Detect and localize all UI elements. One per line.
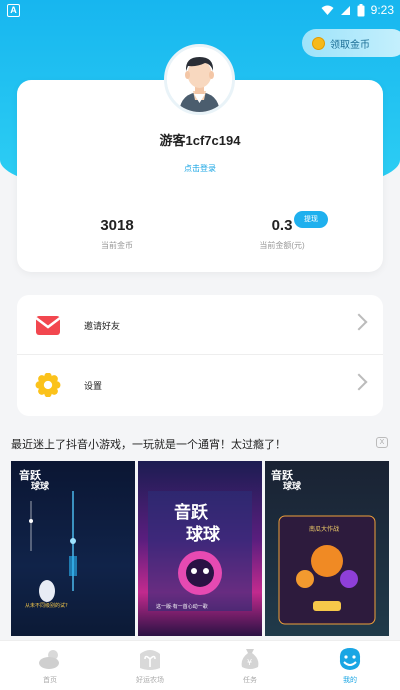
signal-icon [340, 5, 350, 15]
avatar[interactable] [164, 44, 235, 115]
svg-text:南瓜大作战: 南瓜大作战 [309, 525, 339, 533]
svg-text:球球: 球球 [186, 525, 221, 545]
user-avatar-icon [167, 47, 232, 112]
mascot-icon [339, 648, 361, 670]
balance-label: 当前金额(元) [259, 241, 305, 250]
ad-image-game-screenshot-2[interactable]: 音跃 球球 这一版·有一首心动一歌 [138, 461, 262, 636]
menu-item-settings[interactable]: 设置 [17, 355, 383, 415]
claim-coins-button[interactable]: 领取金币 [302, 29, 400, 57]
tab-label: 首页 [43, 677, 57, 684]
weather-icon [39, 650, 59, 669]
ad-screenshot-1-graphic: 音跃 球球 从未不同级别的试? [19, 468, 77, 609]
svg-text:音跃: 音跃 [19, 468, 42, 482]
status-indicators: 9:23 [321, 3, 394, 17]
ad-screenshot-3-graphic: 音跃 球球 南瓜大作战 [271, 468, 376, 625]
tab-home[interactable]: 首页 [0, 641, 100, 690]
menu-label-invite: 邀请好友 [84, 321, 121, 331]
claim-coins-label: 领取金币 [330, 39, 370, 51]
coin-icon [312, 36, 325, 50]
bottom-tab-bar: 首页 好运农场 ¥ 任务 我的 [0, 640, 400, 690]
tab-label: 我的 [343, 677, 357, 684]
wifi-icon [321, 5, 334, 15]
tab-label: 好运农场 [136, 677, 164, 684]
ad-text[interactable]: 最近迷上了抖音小游戏，一玩就是一个通宵！太过瘾了！ [11, 436, 371, 452]
gear-icon [35, 373, 61, 397]
login-link[interactable]: 点击登录 [0, 163, 400, 174]
svg-text:¥: ¥ [247, 658, 252, 667]
sprout-icon [140, 650, 160, 670]
tab-label: 任务 [243, 677, 257, 684]
tab-mine[interactable]: 我的 [300, 641, 400, 690]
tab-lucky-farm[interactable]: 好运农场 [100, 641, 200, 690]
menu-item-invite-friends[interactable]: 邀请好友 [17, 295, 383, 355]
tab-tasks[interactable]: ¥ 任务 [200, 641, 300, 690]
svg-text:音跃: 音跃 [174, 502, 209, 523]
chevron-right-icon [350, 373, 368, 391]
clock: 9:23 [370, 3, 394, 17]
menu-card: 邀请好友 设置 [17, 295, 383, 416]
coins-value: 3018 [100, 217, 134, 234]
coins-label: 当前金币 [101, 241, 133, 250]
coins-stat: 3018 当前金币 [62, 217, 172, 251]
app-notification-icon: A [7, 4, 20, 17]
money-bag-icon: ¥ [241, 649, 259, 669]
chevron-right-icon [350, 313, 368, 331]
svg-text:球球: 球球 [31, 480, 50, 492]
svg-text:球球: 球球 [283, 480, 302, 492]
ad-close-button[interactable]: X [376, 437, 388, 448]
status-bar: A 9:23 [0, 0, 400, 22]
username: 游客1cf7c194 [159, 133, 241, 148]
battery-icon [357, 3, 365, 16]
envelope-icon [35, 316, 61, 335]
menu-label-settings: 设置 [84, 381, 103, 391]
ad-image-game-screenshot-1[interactable]: 音跃 球球 从未不同级别的试? [11, 461, 135, 636]
ad-screenshot-2-graphic: 音跃 球球 这一版·有一首心动一歌 [148, 491, 252, 611]
ad-image-game-screenshot-3[interactable]: 音跃 球球 南瓜大作战 [265, 461, 389, 636]
svg-text:音跃: 音跃 [271, 468, 294, 482]
svg-text:这一版·有一首心动一歌: 这一版·有一首心动一歌 [156, 603, 208, 610]
withdraw-button[interactable]: 提现 [294, 211, 328, 228]
svg-text:从未不同级别的试?: 从未不同级别的试? [25, 602, 68, 609]
